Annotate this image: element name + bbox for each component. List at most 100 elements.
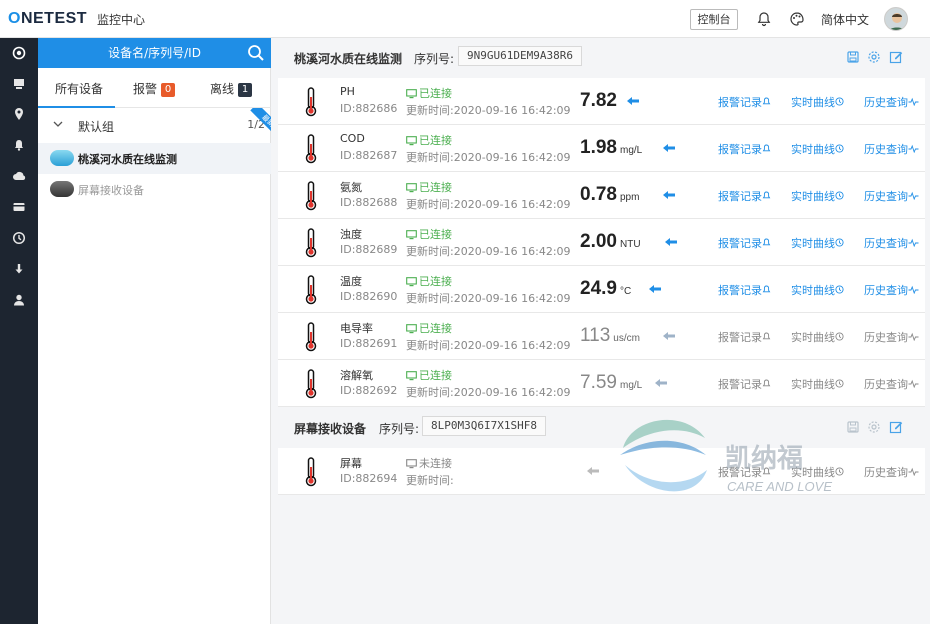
rail-item-download[interactable] <box>0 254 38 284</box>
save-icon[interactable] <box>846 50 860 64</box>
sensor-name: PH <box>340 85 355 98</box>
edit-icon[interactable] <box>889 420 903 434</box>
alarm-records-link[interactable]: 报警记录 <box>718 188 771 204</box>
alarm-records-link[interactable]: 报警记录 <box>718 464 771 480</box>
realtime-curve-link[interactable]: 实时曲线 <box>791 282 844 298</box>
bell-outline-icon <box>762 379 771 387</box>
thermometer-icon <box>305 181 317 211</box>
tab-offline[interactable]: 离线 1 <box>210 80 253 97</box>
realtime-curve-link[interactable]: 实时曲线 <box>791 235 844 251</box>
history-query-link[interactable]: 历史查询 <box>864 464 919 480</box>
device-header: 屏幕接收设备 序列号: 8LP0M3Q6I7X1SHF8 <box>278 408 925 446</box>
sensor-value: 1.98 mg/L <box>580 137 643 158</box>
device-search-bar[interactable]: 设备名/序列号/ID <box>38 38 271 68</box>
rail-item-user[interactable] <box>0 285 38 315</box>
alarm-records-link[interactable]: 报警记录 <box>718 376 771 392</box>
trend-arrow-icon <box>663 191 675 199</box>
pulse-icon <box>908 467 919 477</box>
rail-item-alarms[interactable] <box>0 130 38 160</box>
monitor-icon <box>406 459 417 469</box>
monitor-icon <box>406 136 417 146</box>
connection-status: 已连接 <box>406 273 452 289</box>
realtime-curve-link[interactable]: 实时曲线 <box>791 329 844 345</box>
rail-item-cloud[interactable] <box>0 161 38 191</box>
history-query-link[interactable]: 历史查询 <box>864 94 919 110</box>
settings-gear-icon[interactable] <box>867 420 881 434</box>
history-query-link[interactable]: 历史查询 <box>864 141 919 157</box>
rail-item-history[interactable] <box>0 223 38 253</box>
sensor-row[interactable]: 溶解氧 ID:882692 已连接 更新时间:2020-09-16 16:42:09 7… <box>278 360 925 407</box>
history-query-link[interactable]: 历史查询 <box>864 376 919 392</box>
monitor-icon <box>406 230 417 240</box>
monitor-icon <box>406 89 417 99</box>
tab-all-devices[interactable]: 所有设备 <box>55 80 103 97</box>
palette-icon[interactable] <box>789 11 805 27</box>
history-query-link[interactable]: 历史查询 <box>864 188 919 204</box>
active-tab-indicator <box>38 106 115 108</box>
monitor-icon <box>406 324 417 334</box>
alarm-records-link[interactable]: 报警记录 <box>718 235 771 251</box>
connection-status: 未连接 <box>406 455 452 471</box>
icon-rail <box>0 38 38 624</box>
sensor-unit: mg/L <box>619 380 643 391</box>
clock-icon <box>12 231 26 245</box>
sensor-row[interactable]: 屏幕 ID:882694 未连接 更新时间: 报警记录 实时曲线 历史查询 <box>278 448 925 495</box>
connection-status: 已连接 <box>406 226 452 242</box>
rail-item-monitor[interactable] <box>0 38 38 68</box>
sensor-name: 浊度 <box>340 228 362 241</box>
console-button[interactable]: 控制台 <box>690 9 738 30</box>
history-query-link[interactable]: 历史查询 <box>864 329 919 345</box>
avatar[interactable] <box>884 7 908 31</box>
chevron-down-icon[interactable] <box>52 118 64 130</box>
realtime-curve-link[interactable]: 实时曲线 <box>791 141 844 157</box>
sensor-row[interactable]: COD ID:882687 已连接 更新时间:2020-09-16 16:42:09 1… <box>278 125 925 172</box>
alarm-records-link[interactable]: 报警记录 <box>718 94 771 110</box>
search-icon[interactable] <box>247 44 265 62</box>
serial-number: 9N9GU61DEM9A38R6 <box>458 46 582 66</box>
serial-number: 8LP0M3Q6I7X1SHF8 <box>422 416 546 436</box>
realtime-curve-link[interactable]: 实时曲线 <box>791 376 844 392</box>
sensor-row[interactable]: 浊度 ID:882689 已连接 更新时间:2020-09-16 16:42:09 2.… <box>278 219 925 266</box>
onetest-logo[interactable]: ONETEST <box>8 10 87 28</box>
device-list-item[interactable]: 屏幕接收设备 <box>38 174 271 205</box>
sensor-id: ID:882691 <box>340 337 398 350</box>
device-title: 桃溪河水质在线监测 <box>294 52 403 66</box>
realtime-curve-link[interactable]: 实时曲线 <box>791 188 844 204</box>
history-query-link[interactable]: 历史查询 <box>864 282 919 298</box>
alarm-records-link[interactable]: 报警记录 <box>718 329 771 345</box>
language-selector[interactable]: 简体中文 <box>821 11 869 28</box>
alarm-records-link[interactable]: 报警记录 <box>718 141 771 157</box>
device-search-placeholder[interactable]: 设备名/序列号/ID <box>108 46 201 60</box>
sensor-row[interactable]: 氨氮 ID:882688 已连接 更新时间:2020-09-16 16:42:09 0.… <box>278 172 925 219</box>
sensor-row[interactable]: PH ID:882686 已连接 更新时间:2020-09-16 16:42:09 7.… <box>278 78 925 125</box>
history-query-link[interactable]: 历史查询 <box>864 235 919 251</box>
alarm-records-link[interactable]: 报警记录 <box>718 282 771 298</box>
pulse-icon <box>908 238 919 248</box>
rail-item-billing[interactable] <box>0 192 38 222</box>
sensor-row[interactable]: 电导率 ID:882691 已连接 更新时间:2020-09-16 16:42:09 1… <box>278 313 925 360</box>
rail-item-location[interactable] <box>0 99 38 129</box>
sensor-id: ID:882694 <box>340 472 398 485</box>
thermometer-icon <box>305 457 317 487</box>
device-group[interactable]: 默认组 1/2 <box>38 110 271 140</box>
thermometer-icon <box>305 228 317 258</box>
nav-monitor-center[interactable]: 监控中心 <box>97 11 145 28</box>
save-icon[interactable] <box>846 420 860 434</box>
trend-arrow-icon <box>663 144 675 152</box>
pulse-icon <box>908 191 919 201</box>
edit-icon[interactable] <box>889 50 903 64</box>
realtime-curve-link[interactable]: 实时曲线 <box>791 94 844 110</box>
sensor-row[interactable]: 温度 ID:882690 已连接 更新时间:2020-09-16 16:42:09 24… <box>278 266 925 313</box>
clock-outline-icon <box>835 144 844 153</box>
realtime-curve-link[interactable]: 实时曲线 <box>791 464 844 480</box>
settings-gear-icon[interactable] <box>867 50 881 64</box>
tab-alarms[interactable]: 报警 0 <box>133 80 176 97</box>
update-time: 更新时间: <box>406 474 454 487</box>
cloud-icon <box>13 171 26 180</box>
location-pin-icon <box>15 108 23 120</box>
serial-label: 序列号: <box>379 422 420 436</box>
sensor-id: ID:882686 <box>340 102 398 115</box>
device-list-item[interactable]: 桃溪河水质在线监测 <box>38 143 271 174</box>
bell-icon[interactable] <box>756 11 772 27</box>
rail-item-devices[interactable] <box>0 69 38 99</box>
